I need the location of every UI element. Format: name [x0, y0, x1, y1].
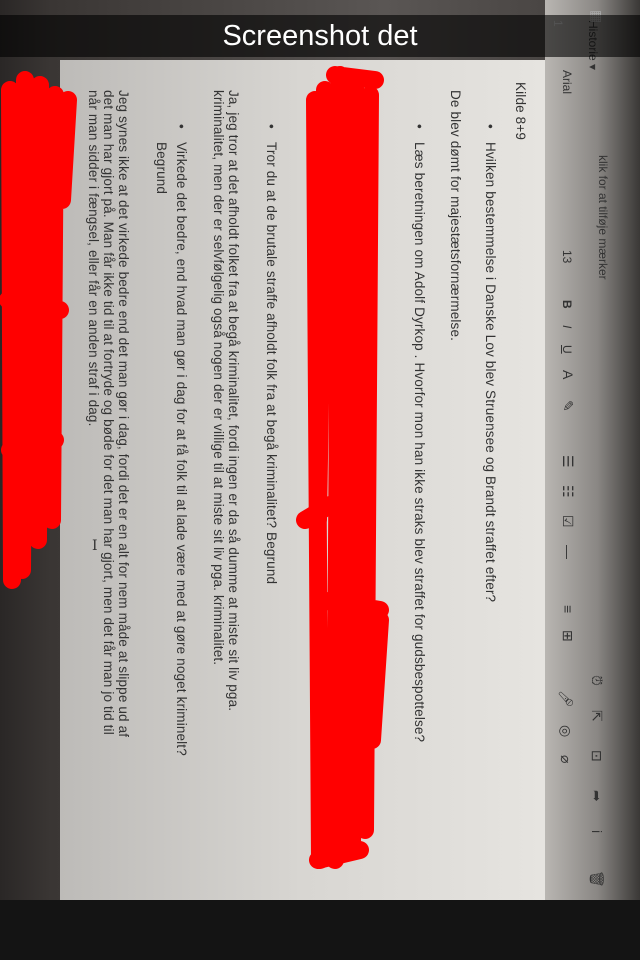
device-bezel [0, 900, 640, 960]
red-scribble-redaction [0, 66, 389, 869]
snap-caption: Screenshot det [0, 15, 640, 57]
